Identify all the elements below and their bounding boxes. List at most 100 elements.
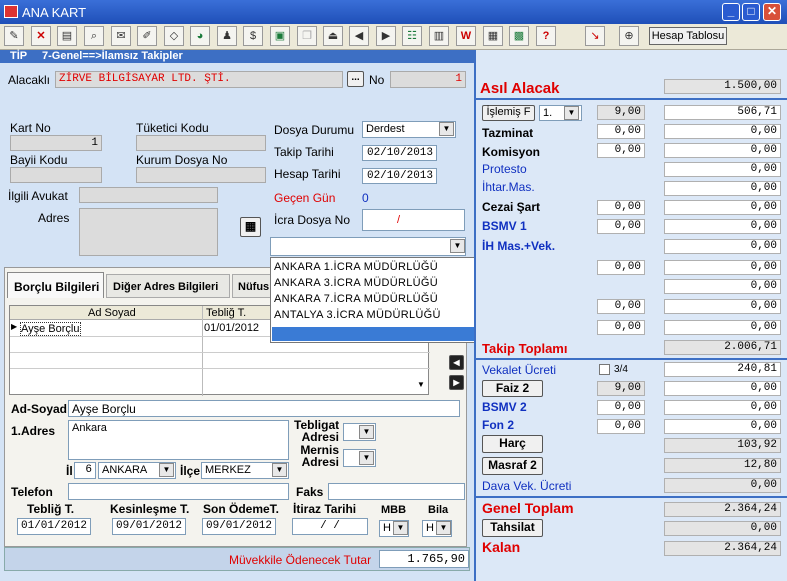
tahsilat-value: 0,00 [664, 521, 781, 536]
teblig-t-field[interactable]: 01/01/2012 [17, 518, 91, 535]
mbb-label: MBB [381, 504, 407, 516]
harc-button[interactable]: Harç [482, 435, 543, 453]
kurum-label: Kurum Dosya No [136, 153, 228, 167]
calculator-icon[interactable]: ▩ [509, 26, 529, 46]
telefon-field[interactable] [68, 483, 289, 500]
chevron-down-icon[interactable]: ▼ [439, 122, 454, 136]
chart-icon[interactable]: ◕ [190, 26, 210, 46]
tahsilat-button[interactable]: Tahsilat [482, 519, 543, 537]
certificate-icon[interactable]: ✉ [111, 26, 131, 46]
adres-field[interactable] [79, 208, 218, 256]
maximize-button[interactable]: □ [742, 3, 760, 21]
chevron-down-icon[interactable]: ▼ [436, 521, 451, 535]
komisyon-rate[interactable]: 0,00 [597, 143, 645, 158]
takip-tarihi-field[interactable]: 02/10/2013 [362, 145, 437, 161]
minimize-button[interactable]: _ [722, 3, 740, 21]
delete-icon[interactable]: ✕ [31, 26, 51, 46]
cezai-rate[interactable]: 0,00 [597, 200, 645, 215]
il-code-field[interactable]: 6 [74, 462, 96, 479]
vekalet-checkbox[interactable] [599, 364, 610, 375]
attach-icon[interactable]: ⊕ [619, 26, 639, 46]
faks-label: Faks [296, 485, 324, 499]
kurum-field[interactable] [136, 167, 266, 183]
fon2-label: Fon 2 [482, 418, 514, 432]
chevron-down-icon[interactable]: ▼ [159, 463, 174, 477]
chevron-down-icon[interactable]: ▼ [272, 463, 287, 477]
chevron-down-icon[interactable]: ▼ [359, 451, 374, 465]
copy-icon[interactable]: ❐ [297, 26, 317, 46]
fon2-value: 0,00 [664, 419, 781, 434]
islemis-rate[interactable]: 9,00 [597, 105, 645, 120]
son-odeme-field[interactable]: 09/01/2012 [202, 518, 276, 535]
eject-icon[interactable]: ⏏ [323, 26, 343, 46]
chevron-down-icon[interactable]: ▼ [359, 425, 374, 439]
word-icon[interactable]: W [456, 26, 476, 46]
tree-icon[interactable]: ☷ [402, 26, 422, 46]
tuketici-field[interactable] [136, 135, 266, 151]
ilce-label: İlçe [180, 464, 201, 478]
close-button[interactable]: ✕ [763, 3, 781, 21]
hesap-tablosu-button[interactable]: Hesap Tablosu [649, 27, 727, 45]
save-icon[interactable]: ▣ [270, 26, 290, 46]
tab-diger-adres[interactable]: Diğer Adres Bilgileri [106, 274, 230, 298]
grid-icon[interactable]: ▦ [240, 217, 261, 237]
bsmv2-rate[interactable]: 0,00 [597, 400, 645, 415]
card-icon[interactable]: ▤ [57, 26, 77, 46]
col-teblig: Tebliğ T. [206, 307, 247, 319]
faiz2-rate[interactable]: 9,00 [597, 381, 645, 396]
arrow-icon[interactable]: ↘ [585, 26, 605, 46]
new-icon[interactable]: ✎ [4, 26, 24, 46]
chevron-down-icon[interactable]: ▼ [564, 106, 579, 120]
hesap-tarihi-label: Hesap Tarihi [274, 167, 341, 181]
document-icon[interactable]: ▥ [429, 26, 449, 46]
list-item[interactable]: ANKARA 3.İCRA MÜDÜRLÜĞÜ [274, 277, 438, 289]
grid-next-icon[interactable]: ▶ [449, 375, 464, 390]
list-item[interactable]: ANKARA 1.İCRA MÜDÜRLÜĞÜ [274, 261, 438, 273]
app-icon [4, 5, 18, 18]
kesinlesme-field[interactable]: 09/01/2012 [112, 518, 186, 535]
chevron-down-icon[interactable]: ▼ [393, 521, 408, 535]
takip-toplami-label: Takip Toplamı [482, 341, 568, 356]
chevron-down-icon[interactable]: ▼ [450, 239, 465, 253]
alacakli-field[interactable]: ZİRVE BİLGİSAYAR LTD. ŞTİ. [55, 71, 343, 88]
muvekkil-value: 1.765,90 [379, 550, 469, 568]
tazminat-rate[interactable]: 0,00 [597, 124, 645, 139]
tag-icon[interactable]: ◇ [164, 26, 184, 46]
faiz2-button[interactable]: Faiz 2 [482, 380, 543, 397]
no-field[interactable]: 1 [390, 71, 466, 88]
masraf2-button[interactable]: Masraf 2 [482, 457, 543, 475]
kalan-value: 2.364,24 [664, 541, 781, 556]
edit-icon[interactable]: ✐ [137, 26, 157, 46]
avukat-field[interactable] [79, 187, 218, 203]
icra-mudurlugu-select[interactable] [270, 237, 466, 256]
islemis-faiz-button[interactable]: İşlemiş F [482, 105, 535, 121]
tab-nufus[interactable]: Nüfus [232, 274, 272, 298]
preview-icon[interactable]: ⌕ [84, 26, 104, 46]
itiraz-field[interactable]: / / [292, 518, 368, 535]
kart-no-field[interactable]: 1 [10, 135, 102, 151]
faks-field[interactable] [328, 483, 465, 500]
prev-icon[interactable]: ◀ [349, 26, 369, 46]
extra-rate-3[interactable]: 0,00 [597, 299, 645, 314]
hesap-tarihi-field[interactable]: 02/10/2013 [362, 168, 437, 184]
alacakli-browse-button[interactable]: ... [347, 71, 364, 87]
list-item[interactable]: ANTALYA 3.İCRA MÜDÜRLÜĞÜ [274, 309, 441, 321]
money-icon[interactable]: $ [243, 26, 263, 46]
fon2-rate[interactable]: 0,00 [597, 419, 645, 434]
list-item[interactable]: ANKARA 7.İCRA MÜDÜRLÜĞÜ [274, 293, 438, 305]
extra-rate-4[interactable]: 0,00 [597, 320, 645, 335]
next-icon[interactable]: ▶ [376, 26, 396, 46]
dava-vek-value: 0,00 [664, 478, 781, 493]
tab-borclu[interactable]: Borçlu Bilgileri [7, 272, 104, 298]
bayii-field[interactable] [10, 167, 102, 183]
runner-icon[interactable]: ♟ [217, 26, 237, 46]
adres1-field[interactable]: Ankara [68, 420, 289, 460]
report-icon[interactable]: ▦ [483, 26, 503, 46]
icra-dosya-field[interactable]: / [362, 209, 465, 231]
bsmv1-rate[interactable]: 0,00 [597, 219, 645, 234]
grid-prev-icon[interactable]: ◀ [449, 355, 464, 370]
extra-rate-1[interactable]: 0,00 [597, 260, 645, 275]
adsoyad-field[interactable]: Ayşe Borçlu [68, 400, 460, 417]
scroll-down-icon[interactable]: ▼ [414, 380, 428, 394]
help-icon[interactable]: ? [536, 26, 556, 46]
